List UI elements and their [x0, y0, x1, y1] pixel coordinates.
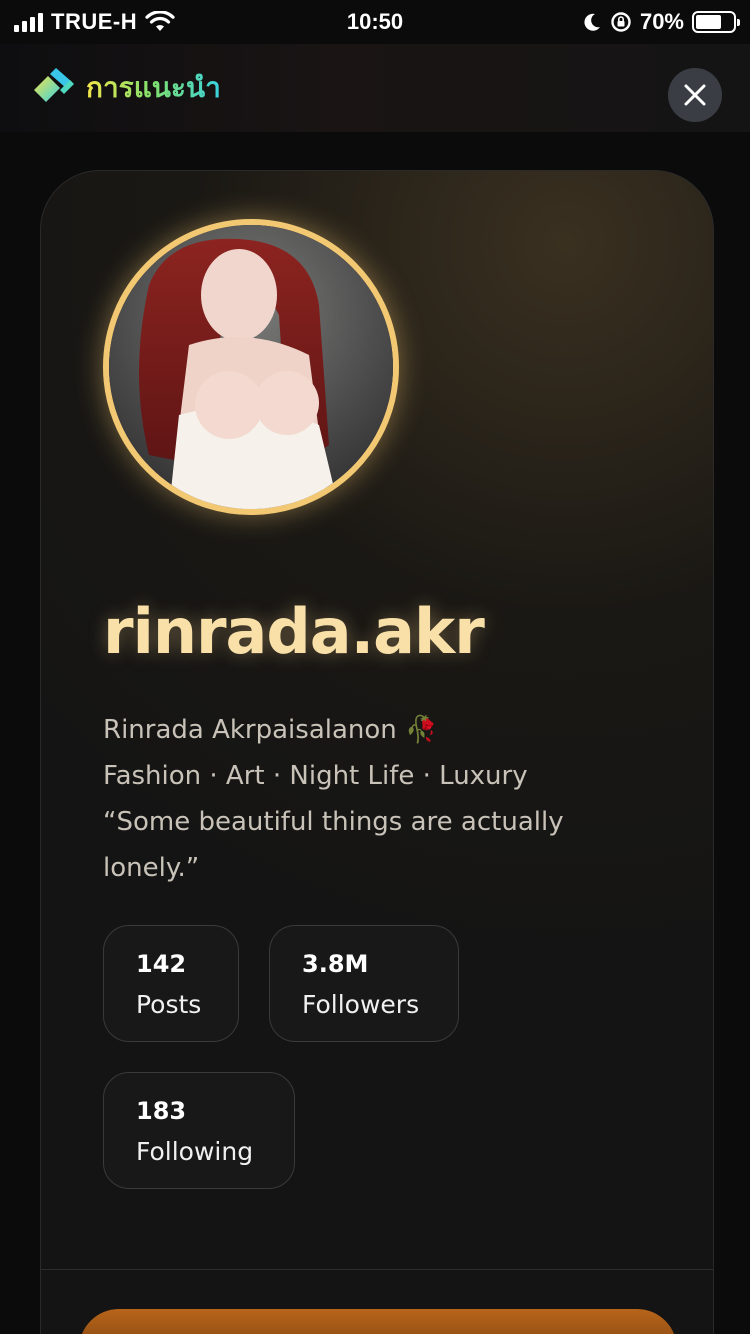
- top-header: การแนะนำ: [0, 44, 750, 132]
- stat-posts[interactable]: 142 Posts: [103, 925, 239, 1042]
- wifi-icon: [145, 11, 175, 31]
- stat-label: Followers: [302, 990, 420, 1019]
- close-icon: [684, 84, 706, 106]
- battery-icon: [692, 11, 740, 33]
- stat-followers[interactable]: 3.8M Followers: [269, 925, 459, 1042]
- stat-value: 3.8M: [302, 950, 369, 978]
- header-title: การแนะนำ: [86, 66, 221, 110]
- profile-avatar[interactable]: [103, 219, 399, 515]
- bio-line-tags: Fashion · Art · Night Life · Luxury: [103, 761, 528, 791]
- stat-label: Following: [136, 1137, 254, 1166]
- profile-card: rinrada.akr Rinrada Akrpaisalanon 🥀 Fash…: [40, 170, 714, 1334]
- battery-percent: 70%: [639, 9, 684, 34]
- stat-following[interactable]: 183 Following: [103, 1072, 295, 1189]
- bio-line-quote-end: lonely.”: [103, 853, 200, 883]
- signal-icon: [14, 12, 43, 32]
- bio: Rinrada Akrpaisalanon 🥀 Fashion · Art · …: [103, 707, 623, 891]
- rotation-lock-icon: [611, 12, 631, 32]
- moon-icon: [584, 13, 600, 31]
- close-button[interactable]: [668, 68, 722, 122]
- divider: [41, 1269, 713, 1270]
- media-preview[interactable]: [79, 1309, 677, 1334]
- avatar-image: [109, 225, 393, 509]
- stat-value: 142: [136, 950, 187, 978]
- stat-value: 183: [136, 1097, 187, 1125]
- app-logo-icon: [30, 68, 76, 108]
- profile-stats: 142 Posts 3.8M Followers 183 Following: [103, 925, 663, 1189]
- bio-line-name: Rinrada Akrpaisalanon 🥀: [103, 715, 438, 745]
- username: rinrada.akr: [103, 595, 485, 668]
- carrier-label: TRUE-H: [51, 9, 138, 34]
- stat-label: Posts: [136, 990, 202, 1019]
- status-bar: TRUE-H 10:50 70%: [0, 0, 750, 44]
- status-right: 70%: [582, 9, 740, 35]
- battery-fill: [696, 15, 722, 29]
- bio-line-quote: “Some beautiful things are actually: [103, 807, 564, 837]
- status-left: TRUE-H: [14, 9, 175, 35]
